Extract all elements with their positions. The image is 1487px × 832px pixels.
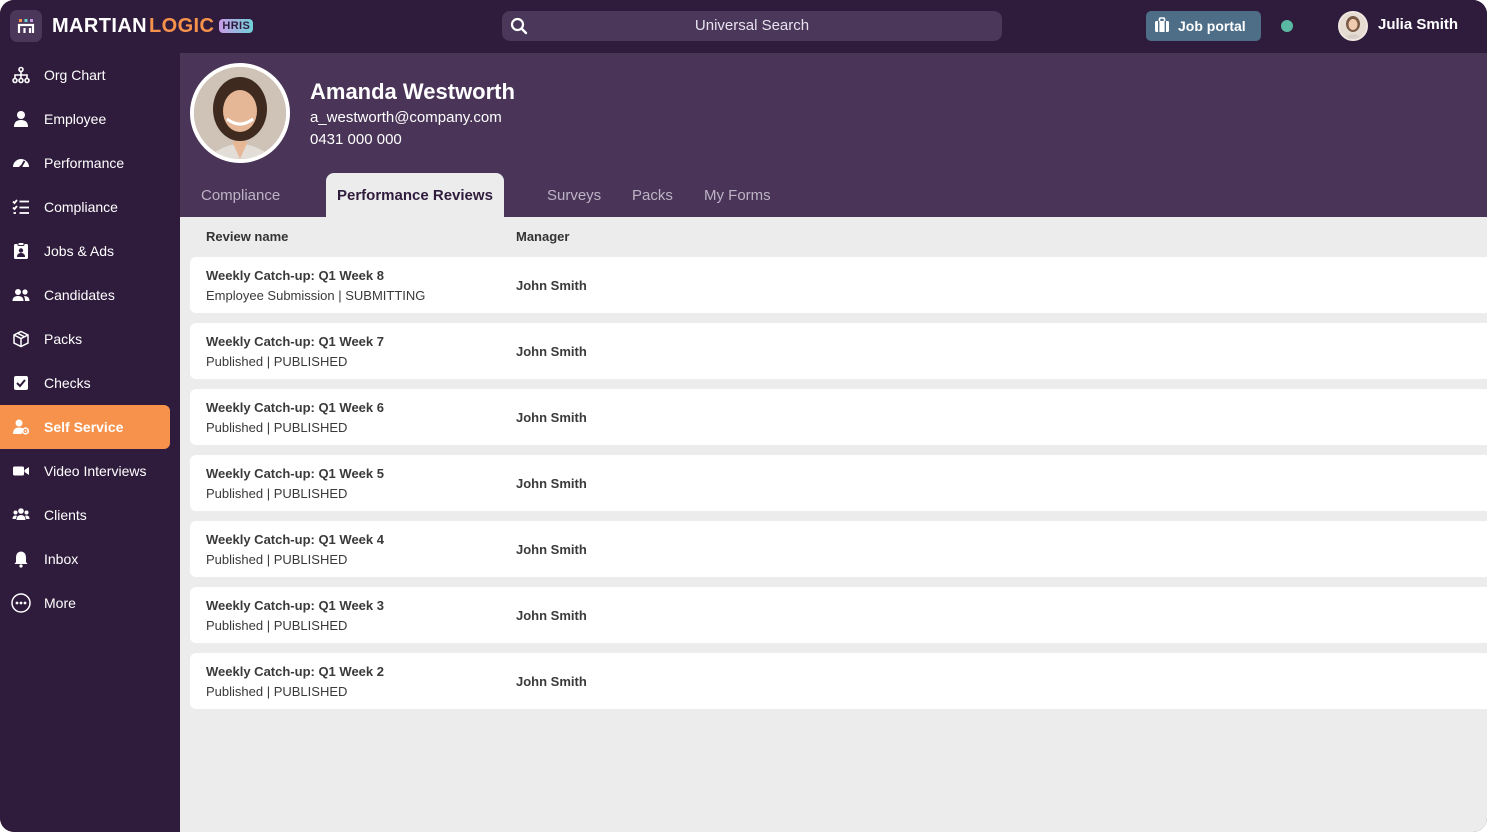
sidebar-item-more[interactable]: More: [0, 581, 170, 625]
performance-icon: [0, 141, 44, 185]
review-status: Published | PUBLISHED: [206, 354, 348, 369]
table-row[interactable]: Weekly Catch-up: Q1 Week 7 Published | P…: [190, 323, 1487, 379]
checks-icon: [0, 361, 44, 405]
sidebar-item-self-service[interactable]: Self Service: [0, 405, 170, 449]
profile-phone: 0431 000 000: [310, 131, 402, 148]
sidebar-item-label: Video Interviews: [44, 463, 147, 479]
self-service-icon: [0, 405, 44, 449]
tab-packs[interactable]: Packs: [621, 173, 684, 217]
sidebar-item-label: Candidates: [44, 287, 115, 303]
briefcase-icon: [1154, 16, 1170, 36]
universal-search-input[interactable]: Universal Search: [502, 11, 1002, 41]
org-chart-icon: [0, 53, 44, 97]
review-title: Weekly Catch-up: Q1 Week 4: [206, 532, 384, 547]
employee-icon: [0, 97, 44, 141]
sidebar-item-inbox[interactable]: Inbox: [0, 537, 170, 581]
table-row[interactable]: Weekly Catch-up: Q1 Week 3 Published | P…: [190, 587, 1487, 643]
sidebar-item-label: Inbox: [44, 551, 79, 567]
sidebar: Org Chart Employee Performance Complianc…: [0, 53, 180, 832]
sidebar-item-label: Jobs & Ads: [44, 243, 115, 259]
more-icon: [0, 581, 44, 625]
table-row[interactable]: Weekly Catch-up: Q1 Week 5 Published | P…: [190, 455, 1487, 511]
sidebar-item-candidates[interactable]: Candidates: [0, 273, 170, 317]
profile-photo: [190, 63, 290, 163]
brand-name-part1: MARTIAN: [52, 14, 148, 37]
review-manager: John Smith: [516, 608, 587, 623]
sidebar-item-label: More: [44, 595, 76, 611]
review-title: Weekly Catch-up: Q1 Week 8: [206, 268, 384, 283]
table-row[interactable]: Weekly Catch-up: Q1 Week 4 Published | P…: [190, 521, 1487, 577]
main-content: Amanda Westworth a_westworth@company.com…: [180, 53, 1487, 832]
profile-email: a_westworth@company.com: [310, 109, 502, 126]
sidebar-item-compliance[interactable]: Compliance: [0, 185, 170, 229]
review-status: Published | PUBLISHED: [206, 420, 348, 435]
packs-icon: [0, 317, 44, 361]
tab-my-forms[interactable]: My Forms: [693, 173, 782, 217]
tab-performance-reviews[interactable]: Performance Reviews: [326, 173, 504, 217]
top-bar: MARTIAN LOGIC HRIS Universal Search Job …: [0, 0, 1487, 53]
table-row[interactable]: Weekly Catch-up: Q1 Week 6 Published | P…: [190, 389, 1487, 445]
online-status-indicator: [1281, 20, 1293, 32]
review-status: Published | PUBLISHED: [206, 486, 348, 501]
table-row[interactable]: Weekly Catch-up: Q1 Week 8 Employee Subm…: [190, 257, 1487, 313]
review-manager: John Smith: [516, 278, 587, 293]
sidebar-item-clients[interactable]: Clients: [0, 493, 170, 537]
tab-surveys[interactable]: Surveys: [536, 173, 612, 217]
sidebar-item-checks[interactable]: Checks: [0, 361, 170, 405]
table-row[interactable]: Weekly Catch-up: Q1 Week 2 Published | P…: [190, 653, 1487, 709]
sidebar-item-employee[interactable]: Employee: [0, 97, 170, 141]
sidebar-item-label: Performance: [44, 155, 125, 171]
sidebar-item-label: Employee: [44, 111, 107, 127]
review-status: Published | PUBLISHED: [206, 552, 348, 567]
review-title: Weekly Catch-up: Q1 Week 3: [206, 598, 384, 613]
sidebar-item-jobs-ads[interactable]: Jobs & Ads: [0, 229, 170, 273]
video-icon: [0, 449, 44, 493]
column-header-manager[interactable]: Manager: [516, 229, 569, 244]
app-window: MARTIAN LOGIC HRIS Universal Search Job …: [0, 0, 1487, 832]
sidebar-item-label: Org Chart: [44, 67, 106, 83]
review-status: Published | PUBLISHED: [206, 618, 348, 633]
sidebar-item-performance[interactable]: Performance: [0, 141, 170, 185]
review-title: Weekly Catch-up: Q1 Week 5: [206, 466, 384, 481]
review-manager: John Smith: [516, 542, 587, 557]
bell-icon: [0, 537, 44, 581]
sidebar-item-label: Checks: [44, 375, 91, 391]
user-avatar[interactable]: [1338, 11, 1368, 41]
sidebar-item-label: Self Service: [44, 419, 124, 435]
review-manager: John Smith: [516, 344, 587, 359]
brand-logo: MARTIAN LOGIC HRIS: [52, 13, 254, 39]
profile-header: Amanda Westworth a_westworth@company.com…: [180, 53, 1487, 217]
brand-name-part2: LOGIC: [149, 14, 215, 37]
review-status: Published | PUBLISHED: [206, 684, 348, 699]
brand-badge: HRIS: [219, 19, 254, 33]
clients-icon: [0, 493, 44, 537]
sidebar-item-label: Packs: [44, 331, 83, 347]
review-title: Weekly Catch-up: Q1 Week 2: [206, 664, 384, 679]
sidebar-item-label: Compliance: [44, 199, 118, 215]
sidebar-item-label: Clients: [44, 507, 87, 523]
job-portal-label: Job portal: [1178, 18, 1246, 34]
job-portal-button[interactable]: Job portal: [1146, 11, 1261, 41]
column-header-review-name[interactable]: Review name: [206, 229, 288, 244]
profile-name: Amanda Westworth: [310, 79, 515, 104]
review-title: Weekly Catch-up: Q1 Week 7: [206, 334, 384, 349]
search-placeholder: Universal Search: [694, 17, 810, 34]
jobs-icon: [0, 229, 44, 273]
review-manager: John Smith: [516, 410, 587, 425]
review-manager: John Smith: [516, 476, 587, 491]
candidates-icon: [0, 273, 44, 317]
sidebar-item-org-chart[interactable]: Org Chart: [0, 53, 170, 97]
compliance-icon: [0, 185, 44, 229]
review-manager: John Smith: [516, 674, 587, 689]
tab-compliance[interactable]: Compliance: [190, 173, 291, 217]
logo-icon[interactable]: [10, 10, 42, 42]
user-name[interactable]: Julia Smith: [1378, 16, 1458, 33]
sidebar-item-packs[interactable]: Packs: [0, 317, 170, 361]
review-status: Employee Submission | SUBMITTING: [206, 288, 426, 303]
review-title: Weekly Catch-up: Q1 Week 6: [206, 400, 384, 415]
sidebar-item-video-interviews[interactable]: Video Interviews: [0, 449, 170, 493]
